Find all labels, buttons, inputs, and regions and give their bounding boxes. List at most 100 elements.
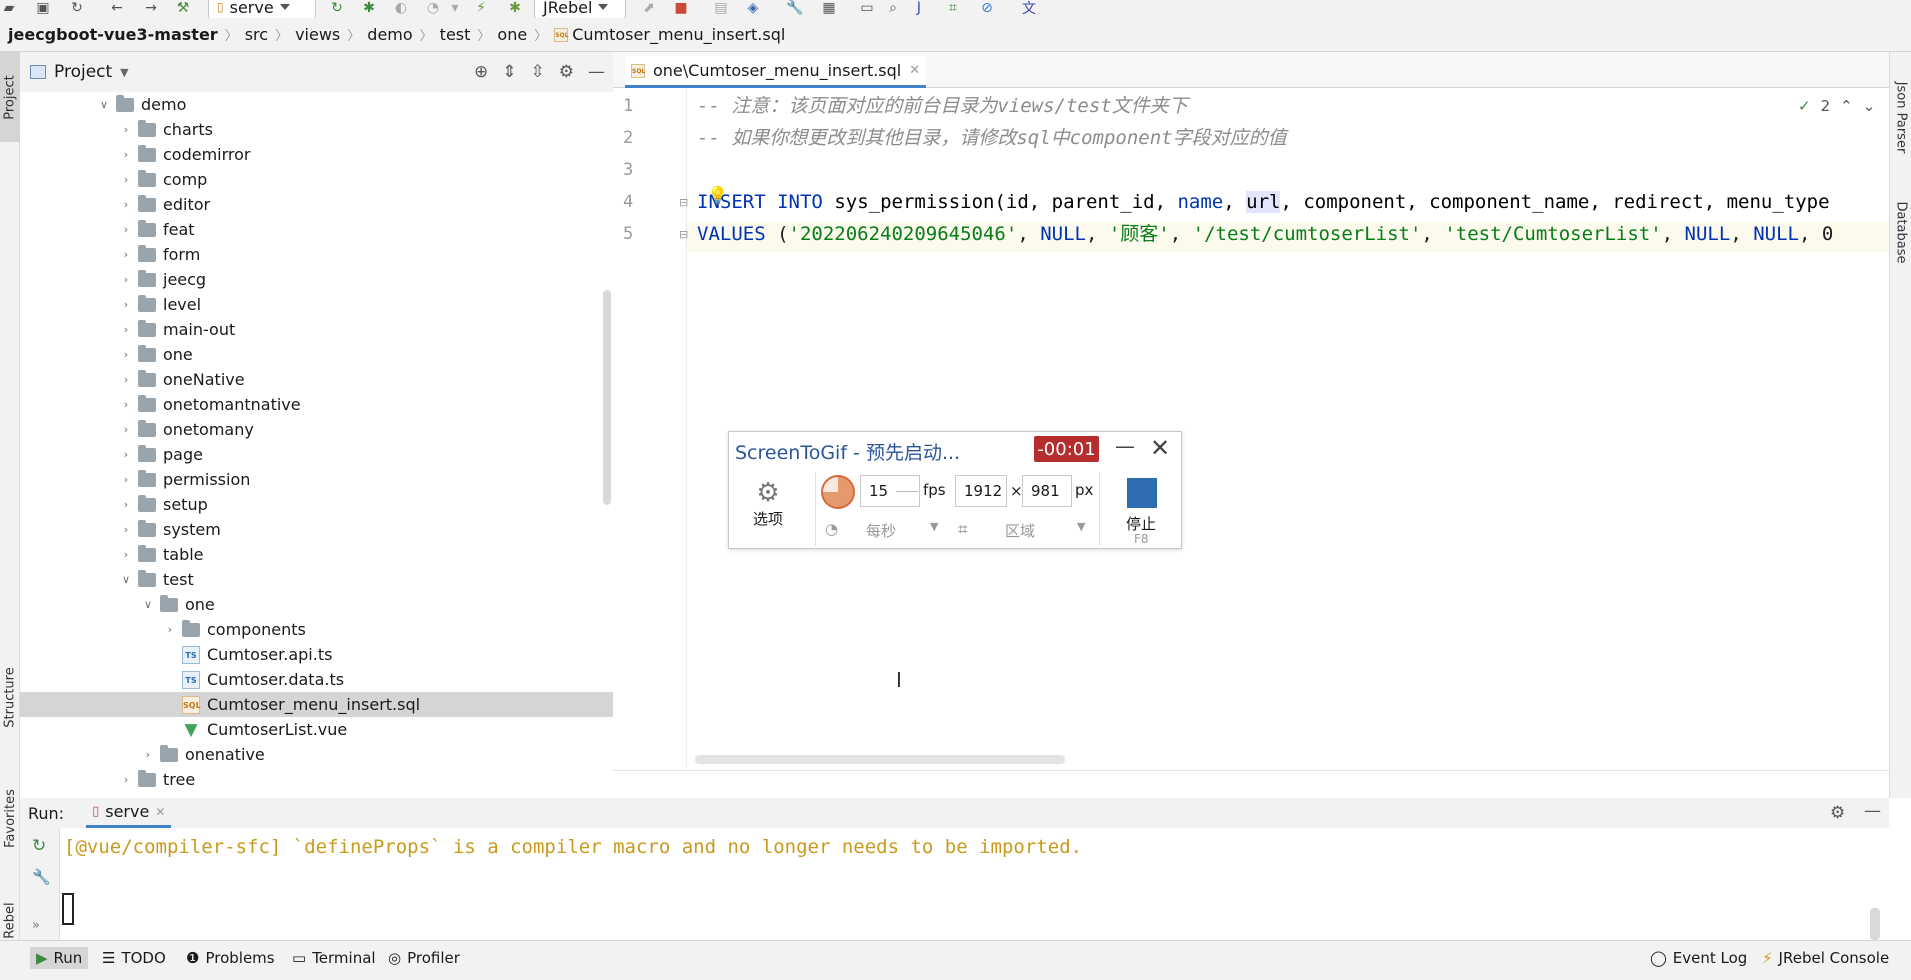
chevron-down-icon[interactable]: ∨ [142, 598, 154, 611]
tree-row[interactable]: TS Cumtoser.api.ts [20, 642, 613, 667]
wrench-icon[interactable]: 🔧 [786, 0, 804, 16]
tree-row[interactable]: › onetomantnative [20, 392, 613, 417]
width-input[interactable]: 1912 [955, 475, 1007, 507]
close-icon[interactable]: ✕ [1150, 434, 1170, 462]
breadcrumb-item-views[interactable]: 〉 views [268, 25, 340, 44]
chevron-right-icon[interactable]: › [120, 198, 132, 211]
profile-icon[interactable]: ◔ [424, 0, 442, 16]
region-dropdown[interactable]: 区域 [1005, 520, 1035, 541]
tool-window-problems[interactable]: ❶ Problems [186, 949, 275, 967]
tree-row[interactable]: ▼ CumtoserList.vue [20, 717, 613, 742]
chevron-right-icon[interactable]: › [120, 398, 132, 411]
jrebel-combo[interactable]: JRebel [534, 0, 626, 18]
chevron-down-icon[interactable]: ▼ [1077, 520, 1085, 533]
breadcrumb-item-demo[interactable]: 〉 demo [340, 25, 412, 44]
editor-tab-active[interactable]: SQL one\Cumtoser_menu_insert.sql ✕ [625, 56, 927, 88]
tree-row[interactable]: ∨ test [20, 567, 613, 592]
breadcrumb-item-file[interactable]: 〉 SQL Cumtoser_menu_insert.sql [527, 25, 785, 44]
stop-button[interactable] [1127, 478, 1157, 508]
wrench-icon[interactable]: 🔧 [32, 868, 51, 886]
tool-tab-database[interactable]: Database [1891, 182, 1911, 282]
jrebel-debug-icon[interactable]: ✱ [506, 0, 524, 16]
debug-icon[interactable]: ✱ [360, 0, 378, 16]
tree-row[interactable]: › codemirror [20, 142, 613, 167]
chevron-right-icon[interactable]: › [120, 548, 132, 561]
chart-icon[interactable]: ⌗ [944, 0, 962, 16]
block-icon[interactable]: ⊘ [978, 0, 996, 16]
expand-icon[interactable]: » [32, 918, 40, 933]
bug-report-icon[interactable]: ◈ [744, 0, 762, 16]
project-structure-icon[interactable]: ▦ [820, 0, 838, 16]
tree-row[interactable]: › page [20, 442, 613, 467]
fold-icon[interactable]: ⊟ [679, 228, 688, 241]
minimize-icon[interactable]: — [1115, 434, 1135, 458]
tool-window-todo[interactable]: ☰ TODO [102, 949, 166, 967]
tree-row[interactable]: › main-out [20, 317, 613, 342]
open-folder-icon[interactable]: ▰ [0, 0, 18, 16]
console-input-caret[interactable] [62, 893, 74, 925]
tree-row[interactable]: › onenative [20, 742, 613, 767]
chevron-right-icon[interactable]: › [120, 523, 132, 536]
gear-icon[interactable]: ⚙ [1830, 803, 1845, 823]
search-icon[interactable]: ⌕ [884, 0, 902, 16]
run-tab-serve[interactable]: ▯ serve ✕ [86, 798, 172, 828]
run-config-combo[interactable]: ▯ serve [208, 0, 316, 18]
chevron-right-icon[interactable]: › [120, 148, 132, 161]
tree-row[interactable]: ∨ one [20, 592, 613, 617]
breadcrumb-item-root[interactable]: jeecgboot-vue3-master [8, 25, 218, 44]
chevron-right-icon[interactable]: › [120, 498, 132, 511]
chevron-right-icon[interactable]: › [120, 348, 132, 361]
tree-row[interactable]: › table [20, 542, 613, 567]
chevron-down-icon[interactable]: ∨ [98, 98, 110, 111]
tree-row[interactable]: › editor [20, 192, 613, 217]
more-run-icon[interactable]: ▾ [446, 0, 464, 16]
translate-icon[interactable]: 文 [1020, 0, 1038, 17]
lightbulb-icon[interactable]: 💡 [707, 186, 728, 206]
tree-row[interactable]: › form [20, 242, 613, 267]
options-button[interactable]: ⚙ 选项 [739, 468, 797, 538]
chevron-right-icon[interactable]: › [120, 373, 132, 386]
chevron-down-icon[interactable]: ⌄ [1863, 97, 1876, 115]
tree-row[interactable]: › onetomany [20, 417, 613, 442]
stop-icon[interactable]: ■ [672, 0, 690, 16]
tree-row[interactable]: › charts [20, 117, 613, 142]
tool-window-profiler[interactable]: ◎ Profiler [388, 949, 460, 967]
chevron-right-icon[interactable]: › [120, 473, 132, 486]
gear-icon[interactable]: ⚙ [559, 62, 574, 82]
tool-tab-json-parser[interactable]: Json Parser [1891, 62, 1911, 172]
breadcrumb-item-one[interactable]: 〉 one [470, 25, 527, 44]
chevron-up-icon[interactable]: ⌃ [1840, 97, 1853, 115]
tree-row[interactable]: › jeecg [20, 267, 613, 292]
terminal-icon[interactable]: ▭ [858, 0, 876, 16]
chevron-right-icon[interactable]: › [120, 323, 132, 336]
chevron-right-icon[interactable]: › [164, 623, 176, 636]
chevron-right-icon[interactable]: › [120, 448, 132, 461]
tool-tab-project[interactable]: Project [0, 52, 20, 142]
tool-tab-structure[interactable]: Structure [0, 652, 20, 742]
expand-all-icon[interactable]: ⇕ [502, 62, 516, 82]
tree-row[interactable]: › setup [20, 492, 613, 517]
locate-icon[interactable]: ⊕ [474, 62, 488, 82]
back-icon[interactable]: ← [108, 0, 126, 16]
tool-window-event-log[interactable]: ◯ Event Log [1650, 949, 1747, 967]
fps-input[interactable]: 15 [860, 475, 920, 507]
chevron-down-icon[interactable]: ▼ [930, 520, 938, 533]
console-scrollbar[interactable] [1870, 908, 1880, 940]
close-icon[interactable]: ✕ [909, 63, 920, 78]
chevron-right-icon[interactable]: › [120, 223, 132, 236]
code-editor[interactable]: -- 注意：该页面对应的前台目录为views/test文件夹下 -- 如果你想更… [697, 88, 1889, 768]
rerun-icon[interactable]: ↻ [328, 0, 346, 16]
attach-icon[interactable]: ▤ [712, 0, 730, 16]
tree-row[interactable]: › system [20, 517, 613, 542]
chevron-right-icon[interactable]: › [120, 273, 132, 286]
tree-row[interactable]: › comp [20, 167, 613, 192]
tree-row[interactable]: › permission [20, 467, 613, 492]
tool-tab-favorites[interactable]: Favorites [0, 768, 20, 868]
close-icon[interactable]: ✕ [155, 805, 165, 819]
chevron-right-icon[interactable]: › [120, 123, 132, 136]
breadcrumb-item-test[interactable]: 〉 test [413, 25, 471, 44]
save-icon[interactable]: ▣ [34, 0, 52, 16]
chevron-right-icon[interactable]: › [142, 748, 154, 761]
inspection-widget[interactable]: ✓ 2 ⌃ ⌄ [1798, 97, 1875, 115]
chevron-down-icon[interactable]: ∨ [120, 573, 132, 586]
